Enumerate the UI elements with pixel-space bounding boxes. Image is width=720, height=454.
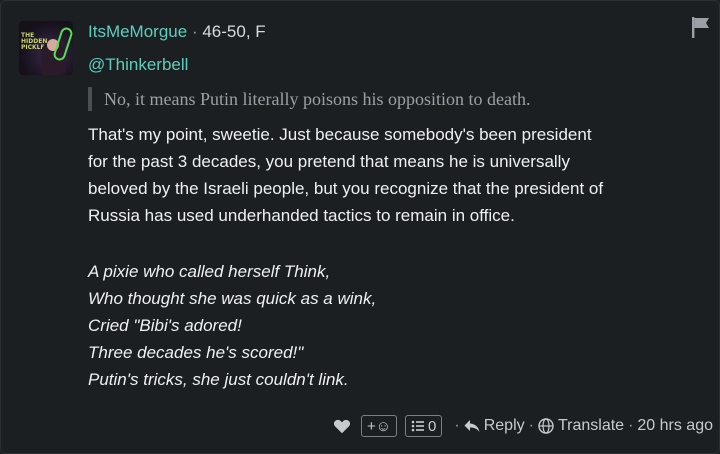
poem-line: A pixie who called herself Think,: [88, 262, 331, 281]
translate-label: Translate: [557, 417, 625, 434]
poem-line: Who thought she was quick as a wink,: [88, 289, 377, 308]
footer-separator: ·: [454, 417, 460, 434]
comment-body: That's my point, sweetie. Just because s…: [88, 121, 708, 229]
translate-button[interactable]: Translate: [538, 417, 624, 435]
body-line: That's my point, sweetie. Just because s…: [88, 125, 592, 144]
avatar[interactable]: THE HIDDEN PICKLE: [19, 21, 73, 75]
body-line: beloved by the Israeli people, but you r…: [88, 179, 604, 198]
author-username[interactable]: ItsMeMorgue: [88, 22, 187, 41]
reply-button[interactable]: Reply: [464, 417, 525, 435]
timestamp[interactable]: 20 hrs ago: [637, 417, 713, 435]
body-line: for the past 3 decades, you pretend that…: [88, 152, 570, 171]
poem-line: Cried "Bibi's adored!: [88, 316, 242, 335]
body-line: Russia has used underhanded tactics to r…: [88, 206, 515, 225]
globe-icon: [538, 418, 554, 434]
poem-line: Three decades he's scored!": [88, 343, 304, 362]
list-count: 0: [428, 417, 437, 435]
poem-line: Putin's tricks, she just couldn't link.: [88, 370, 349, 389]
comment-header: ItsMeMorgue · 46-50, F: [88, 21, 266, 43]
list-icon: [411, 420, 425, 432]
reply-mention[interactable]: @Thinkerbell: [88, 54, 188, 76]
footer-separator: ·: [528, 417, 534, 434]
list-count-button[interactable]: 0: [405, 415, 443, 437]
heart-icon[interactable]: [333, 418, 351, 434]
footer-separator: ·: [628, 417, 634, 434]
meta-separator: ·: [191, 22, 198, 41]
reply-arrow-icon: [464, 420, 480, 432]
flag-icon[interactable]: [689, 15, 713, 39]
add-reaction-label: +☺: [366, 417, 392, 435]
comment-card: THE HIDDEN PICKLE ItsMeMorgue · 46-50, F…: [0, 0, 720, 454]
reply-label: Reply: [483, 417, 525, 434]
add-reaction-button[interactable]: +☺: [360, 415, 398, 437]
comment-footer: +☺ 0 · Reply · Translate · 20 hrs ago: [301, 411, 713, 441]
author-meta: 46-50, F: [202, 22, 266, 41]
comment-poem: A pixie who called herself Think, Who th…: [88, 258, 708, 393]
quoted-text: No, it means Putin literally poisons his…: [88, 87, 720, 111]
